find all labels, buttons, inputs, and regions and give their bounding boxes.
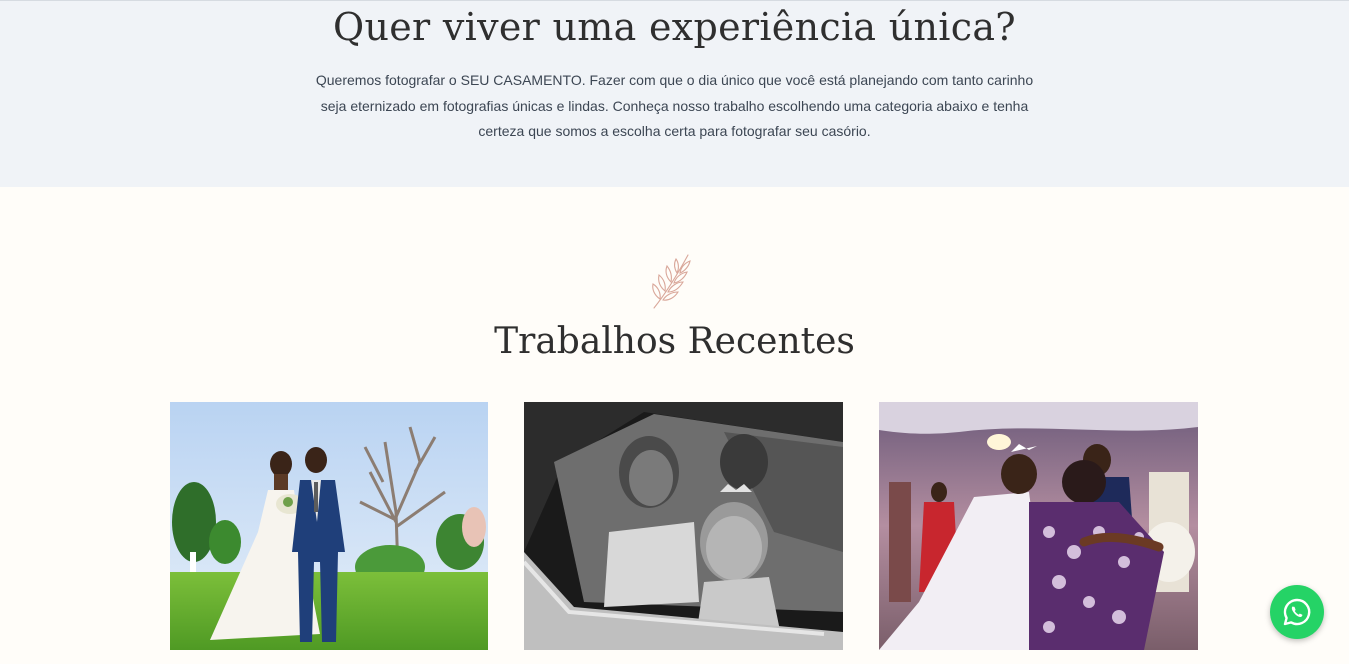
hero-description: Queremos fotografar o SEU CASAMENTO. Faz… (315, 72, 1034, 139)
wedding-couple-garden-photo[interactable] (170, 402, 488, 650)
reception-hug-photo[interactable] (879, 402, 1198, 650)
whatsapp-button[interactable] (1270, 585, 1324, 639)
whatsapp-icon (1283, 598, 1311, 626)
hero-title: Quer viver uma experiência única? (333, 5, 1016, 49)
recent-works-title: Trabalhos Recentes (494, 321, 855, 362)
bride-child-car-bw-photo[interactable] (524, 402, 843, 650)
leaf-branch-icon (648, 251, 696, 311)
hero-section: Quer viver uma experiência única? Querem… (0, 0, 1349, 187)
